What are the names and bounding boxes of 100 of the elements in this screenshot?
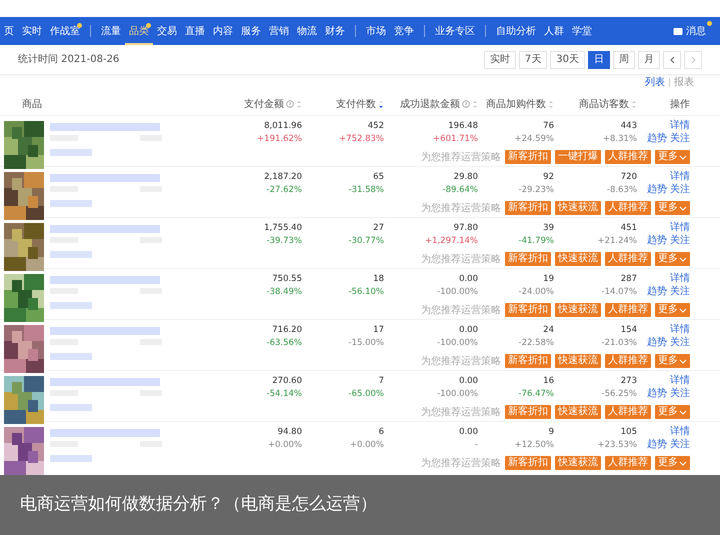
nav-tab[interactable]: 作战室 — [46, 17, 84, 45]
nav-tab[interactable]: 业务专区 — [431, 17, 479, 45]
range-tab[interactable]: 实时 — [484, 50, 516, 68]
nav-tab[interactable]: 实时 — [18, 17, 46, 45]
change-value: -21.03% — [602, 337, 637, 350]
action-link[interactable]: 趋势 — [647, 438, 667, 451]
strategy-button[interactable]: 人群推荐 — [605, 150, 651, 164]
strategy-button[interactable]: 人群推荐 — [605, 456, 651, 470]
strategy-button[interactable]: 人群推荐 — [605, 303, 651, 317]
nav-tab[interactable]: 内容 — [209, 17, 237, 45]
column-header: 成功退款金额 — [400, 98, 460, 112]
range-tab[interactable]: 月 — [638, 50, 660, 68]
more-button[interactable]: 更多 — [655, 201, 690, 215]
action-link[interactable]: 趋势 — [647, 336, 667, 349]
action-link[interactable]: 关注 — [670, 438, 690, 451]
range-tab[interactable]: 7天 — [518, 50, 548, 68]
range-tab[interactable]: 周 — [613, 50, 635, 68]
nav-tab[interactable]: 服务 — [237, 17, 265, 45]
action-link[interactable]: 趋势 — [647, 234, 667, 247]
more-button[interactable]: 更多 — [655, 456, 690, 470]
strategy-label: 为您推荐运营策略 — [421, 252, 501, 266]
nav-tab[interactable]: 市场 — [362, 17, 390, 45]
action-link[interactable]: 详情 — [670, 221, 690, 234]
strategy-button[interactable]: 新客折扣 — [505, 252, 551, 266]
strategy-label: 为您推荐运营策略 — [421, 354, 501, 368]
metric-value: 720 — [620, 171, 637, 184]
strategy-button[interactable]: 快速获流 — [555, 303, 601, 317]
metric-value: 154 — [620, 324, 637, 337]
nav-tab[interactable]: 学堂 — [568, 17, 596, 45]
action-link[interactable]: 详情 — [670, 272, 690, 285]
prev-button[interactable] — [663, 50, 681, 68]
strategy-button[interactable]: 新客折扣 — [505, 201, 551, 215]
strategy-button[interactable]: 一键打爆 — [555, 150, 601, 164]
action-link[interactable]: 关注 — [670, 132, 690, 145]
metric-value: 39 — [543, 222, 554, 235]
view-link[interactable]: 报表 — [674, 74, 694, 90]
more-button[interactable]: 更多 — [655, 252, 690, 266]
metric-value: 65 — [373, 171, 384, 184]
strategy-button[interactable]: 人群推荐 — [605, 201, 651, 215]
action-link[interactable]: 趋势 — [647, 387, 667, 400]
change-value: -54.14% — [266, 388, 302, 401]
nav-tab[interactable]: 品类 — [125, 17, 153, 45]
more-button[interactable]: 更多 — [655, 405, 690, 419]
metric-value: 8,011.96 — [264, 120, 302, 133]
metric-value: 105 — [620, 426, 637, 439]
more-button[interactable]: 更多 — [655, 354, 690, 368]
range-tab[interactable]: 30天 — [550, 50, 585, 68]
nav-tab[interactable]: 流量 — [97, 17, 125, 45]
metric-value: 451 — [620, 222, 637, 235]
metric-value: 196.48 — [448, 120, 478, 133]
nav-tab[interactable]: 直播 — [181, 17, 209, 45]
action-link[interactable]: 关注 — [670, 285, 690, 298]
strategy-button[interactable]: 快速获流 — [555, 252, 601, 266]
strategy-button[interactable]: 快速获流 — [555, 354, 601, 368]
nav-tab[interactable]: 财务 — [321, 17, 349, 45]
action-link[interactable]: 关注 — [670, 183, 690, 196]
action-link[interactable]: 趋势 — [647, 183, 667, 196]
more-button[interactable]: 更多 — [655, 303, 690, 317]
metric-value: 443 — [620, 120, 637, 133]
strategy-button[interactable]: 新客折扣 — [505, 456, 551, 470]
nav-tab[interactable]: 页 — [0, 17, 18, 45]
action-link[interactable]: 趋势 — [647, 285, 667, 298]
action-link[interactable]: 详情 — [670, 425, 690, 438]
range-tab[interactable]: 日 — [588, 50, 610, 68]
strategy-button[interactable]: 新客折扣 — [505, 303, 551, 317]
action-link[interactable]: 关注 — [670, 387, 690, 400]
strategy-button[interactable]: 快速获流 — [555, 405, 601, 419]
action-link[interactable]: 详情 — [670, 170, 690, 183]
action-link[interactable]: 趋势 — [647, 132, 667, 145]
metric-value: 1,755.40 — [264, 222, 302, 235]
nav-tab[interactable]: 人群 — [540, 17, 568, 45]
strategy-button[interactable]: 人群推荐 — [605, 354, 651, 368]
nav-tab[interactable]: 物流 — [293, 17, 321, 45]
nav-tab[interactable]: 自助分析 — [492, 17, 540, 45]
strategy-button[interactable]: 新客折扣 — [505, 354, 551, 368]
change-value: -27.62% — [266, 184, 302, 197]
strategy-button[interactable]: 新客折扣 — [505, 405, 551, 419]
action-link[interactable]: 详情 — [670, 323, 690, 336]
strategy-button[interactable]: 快速获流 — [555, 201, 601, 215]
nav-tab[interactable]: 竞争 — [390, 17, 418, 45]
messages-button[interactable]: 消息 — [667, 24, 712, 38]
caret-icon — [679, 460, 687, 466]
action-link[interactable]: 详情 — [670, 374, 690, 387]
change-value: +601.71% — [433, 133, 478, 146]
strategy-button[interactable]: 人群推荐 — [605, 405, 651, 419]
strategy-button[interactable]: 快速获流 — [555, 456, 601, 470]
strategy-button[interactable]: 人群推荐 — [605, 252, 651, 266]
view-link[interactable]: 列表 — [645, 74, 665, 90]
nav-tab[interactable]: 交易 — [153, 17, 181, 45]
strategy-button[interactable]: 新客折扣 — [505, 150, 551, 164]
metric-value: 287 — [620, 273, 637, 286]
metric-value: 716.20 — [272, 324, 302, 337]
action-link[interactable]: 关注 — [670, 336, 690, 349]
caret-icon — [679, 256, 687, 262]
more-button[interactable]: 更多 — [655, 150, 690, 164]
nav-tab[interactable]: 营销 — [265, 17, 293, 45]
action-link[interactable]: 详情 — [670, 119, 690, 132]
action-link[interactable]: 关注 — [670, 234, 690, 247]
metric-value: 9 — [548, 426, 554, 439]
caption-text: 电商运营如何做数据分析？（电商是怎么运营） — [20, 493, 377, 516]
